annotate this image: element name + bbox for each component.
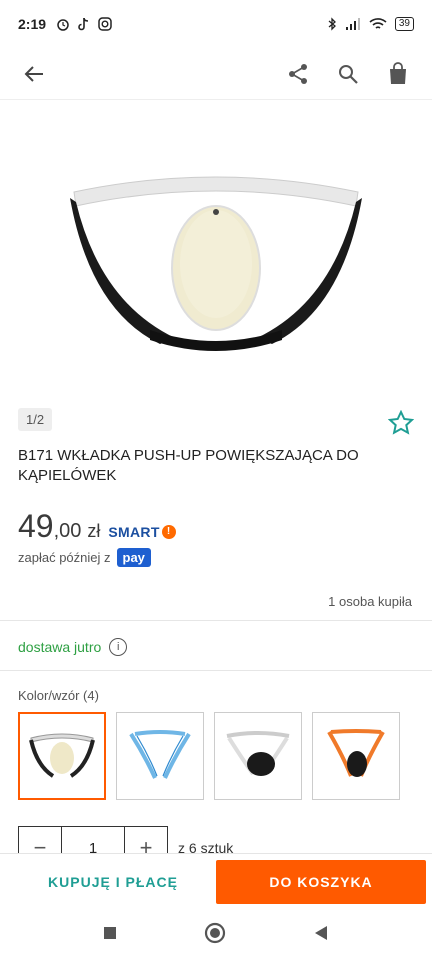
variant-label: Kolor/wzór (4) bbox=[18, 688, 99, 703]
back-button[interactable] bbox=[20, 60, 48, 88]
recent-apps-button[interactable] bbox=[103, 926, 117, 945]
variant-option-white[interactable] bbox=[18, 712, 106, 800]
search-button[interactable] bbox=[334, 60, 362, 88]
buyers-count: 1 osoba kupiła bbox=[328, 594, 412, 609]
price-currency: zł bbox=[87, 521, 101, 541]
pay-later-info[interactable]: zapłać później z pay bbox=[18, 548, 151, 567]
variant-option-orange[interactable] bbox=[312, 712, 400, 800]
bluetooth-icon bbox=[328, 17, 336, 31]
price-decimal: ,00 bbox=[53, 520, 82, 542]
product-title: B171 WKŁADKA PUSH-UP POWIĘKSZAJĄCA DO KĄ… bbox=[18, 447, 359, 484]
buy-now-button[interactable]: KUPUJĘ I PŁACĘ bbox=[18, 860, 208, 904]
divider bbox=[0, 620, 432, 621]
square-icon bbox=[104, 926, 117, 939]
smart-badge: SMART! bbox=[108, 524, 176, 540]
status-time: 2:19 bbox=[18, 16, 47, 32]
alarm-icon bbox=[57, 19, 69, 31]
status-bar: 2:19 39 bbox=[0, 0, 432, 48]
circle-icon bbox=[204, 922, 226, 943]
variant-list bbox=[18, 712, 400, 800]
favorite-button[interactable] bbox=[387, 409, 415, 441]
back-nav-button[interactable] bbox=[313, 925, 329, 946]
triangle-back-icon bbox=[314, 925, 327, 940]
price-main: 49 bbox=[18, 508, 54, 544]
cart-button[interactable] bbox=[384, 60, 412, 88]
back-arrow-icon bbox=[24, 65, 43, 82]
divider bbox=[0, 670, 432, 671]
share-button[interactable] bbox=[284, 60, 312, 88]
info-icon[interactable]: i bbox=[109, 638, 128, 656]
wifi-icon bbox=[369, 18, 387, 29]
smart-icon: ! bbox=[161, 525, 176, 539]
variant-option-blue[interactable] bbox=[116, 712, 204, 800]
tiktok-icon bbox=[78, 17, 89, 31]
product-image[interactable] bbox=[0, 102, 432, 402]
cart-bag-icon bbox=[390, 61, 406, 84]
instagram-icon bbox=[98, 17, 112, 31]
delivery-info[interactable]: dostawa jutro i bbox=[18, 638, 128, 656]
product-photo bbox=[70, 176, 362, 351]
search-icon bbox=[339, 64, 358, 84]
gallery-counter: 1/2 bbox=[18, 408, 53, 431]
variant-option-black[interactable] bbox=[214, 712, 302, 800]
product-price: 49 ,00 zł SMART! bbox=[18, 508, 176, 545]
app-bar bbox=[0, 48, 432, 100]
star-icon bbox=[387, 409, 415, 435]
bottom-action-bar: KUPUJĘ I PŁACĘ DO KOSZYKA bbox=[0, 854, 432, 910]
system-nav-bar bbox=[0, 910, 432, 960]
home-button[interactable] bbox=[204, 922, 226, 949]
pay-logo: pay bbox=[116, 548, 151, 567]
signal-icon bbox=[345, 18, 360, 30]
battery-indicator: 39 bbox=[394, 17, 414, 31]
share-icon bbox=[289, 63, 307, 84]
add-to-cart-button[interactable]: DO KOSZYKA bbox=[216, 860, 426, 904]
